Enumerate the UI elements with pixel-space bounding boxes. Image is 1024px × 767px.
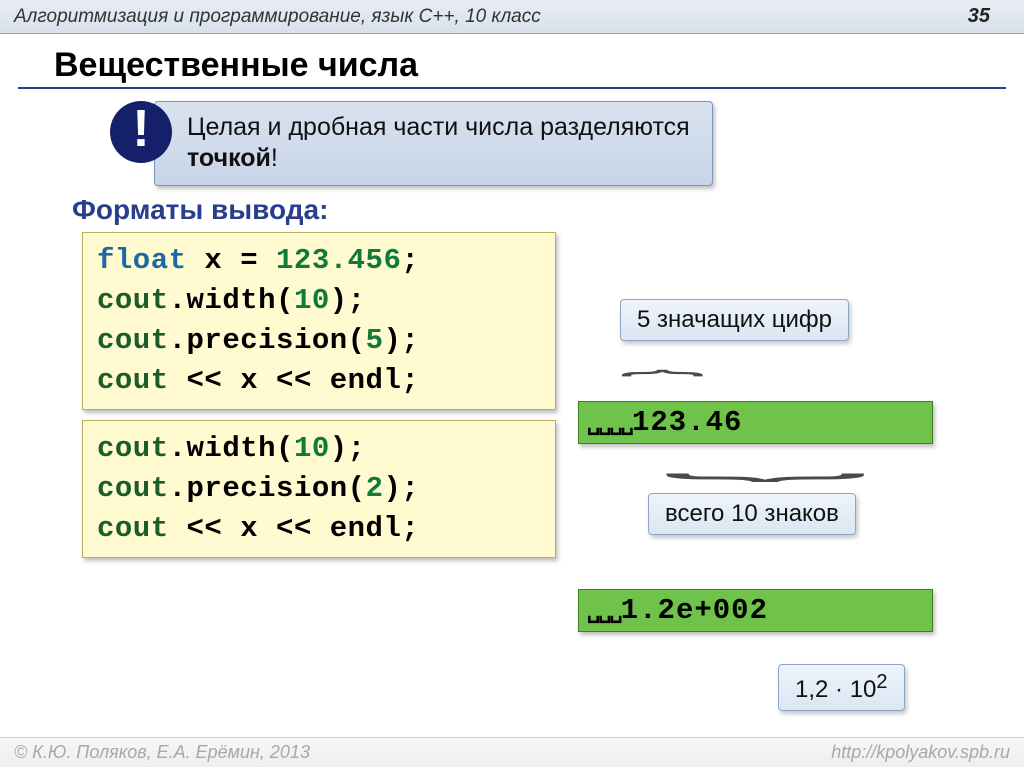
header-subject: Алгоритмизация и программирование, язык … — [14, 6, 541, 28]
page-number: 35 — [968, 5, 1010, 28]
output1-spaces: ␣␣␣␣ — [587, 412, 632, 437]
footer: © К.Ю. Поляков, Е.А. Ерёмин, 2013 http:/… — [0, 737, 1024, 767]
footer-url: http://kpolyakov.spb.ru — [831, 742, 1010, 763]
footer-copyright: © К.Ю. Поляков, Е.А. Ерёмин, 2013 — [14, 742, 310, 763]
slide-title: Вещественные числа — [18, 34, 1006, 89]
callout-emph: точкой — [187, 144, 271, 172]
brace-top-icon: ⏞ — [620, 370, 699, 403]
callout-text: Целая и дробная части числа разделяются — [187, 113, 690, 141]
annot-5-digits: 5 значащих цифр — [620, 299, 849, 341]
output2-value: 1.2e+002 — [621, 594, 768, 627]
header-bar: Алгоритмизация и программирование, язык … — [0, 0, 1024, 34]
output1-value: 123.46 — [632, 406, 742, 439]
callout-punct: ! — [271, 144, 278, 172]
exclaim-icon: ! — [110, 101, 172, 163]
callout-box: Целая и дробная части числа разделяются … — [154, 101, 713, 186]
code-block-1: float x = 123.456; cout.width(10); cout.… — [82, 232, 556, 410]
code-block-2: cout.width(10); cout.precision(2); cout … — [82, 420, 556, 558]
annot-10-chars: всего 10 знаков — [648, 493, 856, 535]
section-label: Форматы вывода: — [72, 194, 1024, 226]
annot-sci: 1,2 · 102 — [778, 664, 905, 711]
output-2: ␣␣␣1.2e+002 — [578, 589, 933, 632]
brace-bottom-icon: ⏟ — [663, 438, 859, 481]
callout: ! Целая и дробная части числа разделяютс… — [110, 101, 1024, 186]
output2-spaces: ␣␣␣ — [587, 600, 621, 625]
